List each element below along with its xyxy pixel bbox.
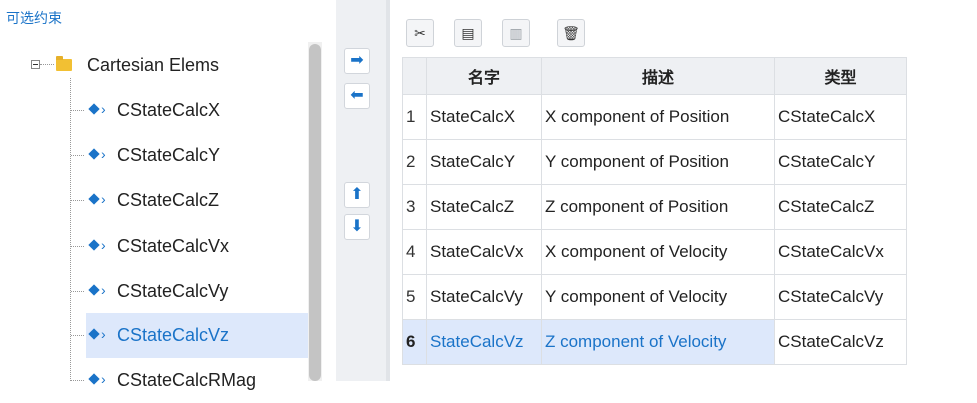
row-number[interactable]: 5 [402,274,427,320]
available-constraints-panel: 可选约束 Cartesian Elems › CStateCalcX › CSt… [0,0,336,390]
transfer-button-column: ➡ ⬅ ⬆ ⬇ [336,0,386,381]
tree-item-label: CStateCalcRMag [117,370,257,390]
remove-constraint-button[interactable]: ⬅ [344,83,370,109]
tree-item-selected[interactable]: › CStateCalcVz [71,313,308,358]
tree-item-label: CStateCalcZ [117,190,220,210]
arrow-icon: › [101,191,106,207]
cell-description[interactable]: Z component of Velocity [541,319,775,365]
constraint-icon [88,373,100,385]
cut-icon: ✂ [414,25,426,41]
tree-item[interactable]: › CStateCalcX [71,88,308,133]
tree-root-label[interactable]: Cartesian Elems [87,55,219,76]
constraint-icon [88,193,100,205]
arrow-icon: › [101,371,106,387]
row-number[interactable]: 2 [402,139,427,185]
cell-name[interactable]: StateCalcY [426,139,542,185]
column-header-type[interactable]: 类型 [774,57,907,95]
arrow-up-icon: ⬆ [350,186,364,203]
table-row-selected[interactable]: 6 StateCalcVz Z component of Velocity CS… [402,319,907,365]
cell-name[interactable]: StateCalcVz [426,319,542,365]
scrollbar-thumb[interactable] [309,44,321,381]
move-up-button[interactable]: ⬆ [344,182,370,208]
row-number[interactable]: 1 [402,94,427,140]
table-row[interactable]: 5 StateCalcVy Y component of Velocity CS… [402,274,907,320]
tree-item-label: CStateCalcVz [117,325,230,345]
delete-button[interactable]: 🗑 [557,19,585,47]
collapse-toggle[interactable] [31,60,40,69]
tree-item[interactable]: › CStateCalcZ [71,178,308,223]
cell-type[interactable]: CStateCalcVx [774,229,907,275]
tree-item-label: CStateCalcX [117,100,221,120]
cell-description[interactable]: Y component of Velocity [541,274,775,320]
arrow-icon: › [101,282,106,298]
column-header-name[interactable]: 名字 [426,57,542,95]
constraint-icon [88,239,100,251]
arrow-icon: › [101,237,106,253]
tree-item[interactable]: › CStateCalcVx [71,224,308,269]
cell-type[interactable]: CStateCalcX [774,94,907,140]
column-header-description[interactable]: 描述 [541,57,775,95]
paste-icon: ▥ [509,25,523,41]
arrow-down-icon: ⬇ [350,218,364,235]
cell-description[interactable]: X component of Position [541,94,775,140]
paste-button[interactable]: ▥ [502,19,530,47]
cell-description[interactable]: Z component of Position [541,184,775,230]
constraint-icon [88,284,100,296]
row-number[interactable]: 4 [402,229,427,275]
arrow-icon: › [101,326,106,342]
cell-name[interactable]: StateCalcX [426,94,542,140]
tree-item-label: CStateCalcVy [117,281,229,301]
row-number[interactable]: 3 [402,184,427,230]
arrow-icon: › [101,101,106,117]
cell-name[interactable]: StateCalcVx [426,229,542,275]
folder-icon [56,56,72,71]
row-number[interactable]: 6 [402,319,427,365]
tree-item-label: CStateCalcVx [117,236,230,256]
tree-item[interactable]: › CStateCalcY [71,133,308,178]
table-row[interactable]: 4 StateCalcVx X component of Velocity CS… [402,229,907,275]
table-row[interactable]: 2 StateCalcY Y component of Position CSt… [402,139,907,185]
constraint-icon [88,148,100,160]
constraint-icon [88,328,100,340]
cell-type[interactable]: CStateCalcZ [774,184,907,230]
cut-button[interactable]: ✂ [406,19,434,47]
table-header-row: 名字 描述 类型 [402,57,907,95]
copy-button[interactable]: ▤ [454,19,482,47]
table-corner-cell [402,57,427,95]
arrow-left-icon: ⬅ [350,87,364,104]
cell-type[interactable]: CStateCalcVy [774,274,907,320]
tree-item[interactable]: › CStateCalcVy [71,269,308,314]
cell-description[interactable]: Y component of Position [541,139,775,185]
arrow-icon: › [101,146,106,162]
cell-type[interactable]: CStateCalcVz [774,319,907,365]
constraints-table: 名字 描述 类型 1 StateCalcX X component of Pos… [402,57,907,365]
copy-icon: ▤ [461,25,475,41]
trash-icon: 🗑 [562,25,580,41]
cell-description[interactable]: X component of Velocity [541,229,775,275]
constraint-icon [88,103,100,115]
selected-constraints-panel: ✂ ▤ ▥ 🗑 名字 描述 类型 1 StateCalcX X componen… [390,0,977,381]
tree-item-label: CStateCalcY [117,145,221,165]
cell-name[interactable]: StateCalcZ [426,184,542,230]
move-down-button[interactable]: ⬇ [344,214,370,240]
cell-type[interactable]: CStateCalcY [774,139,907,185]
cell-name[interactable]: StateCalcVy [426,274,542,320]
tree-connector [40,64,54,65]
table-row[interactable]: 1 StateCalcX X component of Position CSt… [402,94,907,140]
panel-title: 可选约束 [6,10,62,26]
arrow-right-icon: ➡ [350,52,364,69]
add-constraint-button[interactable]: ➡ [344,48,370,74]
table-row[interactable]: 3 StateCalcZ Z component of Position CSt… [402,184,907,230]
